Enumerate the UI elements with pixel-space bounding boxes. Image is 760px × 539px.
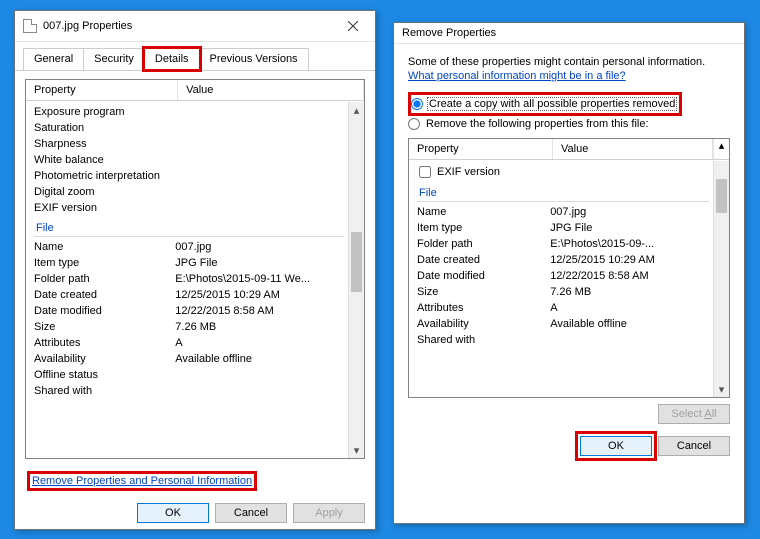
file-icon <box>23 19 37 33</box>
tab-strip: General Security Details Previous Versio… <box>15 42 375 71</box>
list-item[interactable]: Saturation <box>34 120 348 136</box>
scroll-down-icon[interactable]: ▾ <box>349 442 364 458</box>
ok-button[interactable]: OK <box>580 436 652 456</box>
titlebar: Remove Properties <box>394 23 744 44</box>
properties-dialog: 007.jpg Properties General Security Deta… <box>14 10 376 530</box>
list-item[interactable]: Sharpness <box>34 136 348 152</box>
list-item[interactable]: Offline status <box>34 367 348 383</box>
radio-create-copy-label: Create a copy with all possible properti… <box>427 97 677 111</box>
list-item[interactable]: Shared with <box>417 332 713 348</box>
exif-label: EXIF version <box>437 166 500 178</box>
exif-checkbox[interactable] <box>419 166 431 178</box>
list-item[interactable]: Shared with <box>34 383 348 399</box>
radio-remove-following[interactable]: Remove the following properties from thi… <box>408 116 730 132</box>
list-item[interactable]: EXIF version <box>417 163 713 181</box>
list-item[interactable]: Folder pathE:\Photos\2015-09-... <box>417 236 713 252</box>
list-item[interactable]: Digital zoom <box>34 184 348 200</box>
scrollbar[interactable]: ▾ <box>713 161 729 397</box>
tab-previous-versions[interactable]: Previous Versions <box>199 48 309 70</box>
apply-button: Apply <box>293 503 365 523</box>
titlebar: 007.jpg Properties <box>15 11 375 42</box>
scroll-up-icon[interactable]: ▴ <box>349 102 364 118</box>
close-icon <box>348 21 358 31</box>
select-all-button: Select All <box>658 404 730 424</box>
list-item[interactable]: AttributesA <box>417 300 713 316</box>
list-header: Property Value <box>26 80 364 101</box>
list-item[interactable]: Date created12/25/2015 10:29 AM <box>34 287 348 303</box>
ok-button[interactable]: OK <box>137 503 209 523</box>
scroll-down-icon[interactable]: ▾ <box>714 381 729 397</box>
list-item[interactable]: Item typeJPG File <box>417 220 713 236</box>
list-item[interactable]: AvailabilityAvailable offline <box>34 351 348 367</box>
list-body: Exposure program Saturation Sharpness Wh… <box>26 102 348 458</box>
window-title: 007.jpg Properties <box>43 20 132 32</box>
tab-details[interactable]: Details <box>144 48 200 70</box>
tab-security[interactable]: Security <box>83 48 145 70</box>
remove-link-row: Remove Properties and Personal Informati… <box>15 467 375 497</box>
remove-list: Property Value ▴ EXIF version File Name0… <box>408 138 730 398</box>
radio-remove-following-label: Remove the following properties from thi… <box>424 118 649 130</box>
col-property[interactable]: Property <box>26 80 178 100</box>
scrollbar[interactable]: ▴ ▾ <box>348 102 364 458</box>
section-file: File <box>34 218 344 237</box>
scroll-up-icon[interactable]: ▴ <box>713 139 729 159</box>
radio-create-copy-input[interactable] <box>411 98 423 110</box>
list-item[interactable]: Name007.jpg <box>34 239 348 255</box>
list-item[interactable]: Size7.26 MB <box>417 284 713 300</box>
remove-properties-dialog: Remove Properties Some of these properti… <box>393 22 745 524</box>
list-item[interactable]: Photometric interpretation <box>34 168 348 184</box>
list-body: EXIF version File Name007.jpg Item typeJ… <box>409 161 713 397</box>
radio-remove-following-input[interactable] <box>408 118 420 130</box>
scroll-thumb[interactable] <box>716 179 727 213</box>
scroll-thumb[interactable] <box>351 232 362 292</box>
list-item[interactable]: AvailabilityAvailable offline <box>417 316 713 332</box>
list-item[interactable]: Date modified12/22/2015 8:58 AM <box>34 303 348 319</box>
list-item[interactable]: Date modified12/22/2015 8:58 AM <box>417 268 713 284</box>
col-value[interactable]: Value <box>553 139 713 159</box>
window-title: Remove Properties <box>402 27 496 39</box>
list-item[interactable]: Folder pathE:\Photos\2015-09-11 We... <box>34 271 348 287</box>
list-item[interactable]: EXIF version <box>34 200 348 216</box>
remove-properties-link[interactable]: Remove Properties and Personal Informati… <box>32 475 252 487</box>
list-item[interactable]: Name007.jpg <box>417 204 713 220</box>
col-property[interactable]: Property <box>409 139 553 159</box>
dialog-buttons: OK Cancel Apply <box>15 497 375 531</box>
list-item[interactable]: Date created12/25/2015 10:29 AM <box>417 252 713 268</box>
cancel-button[interactable]: Cancel <box>215 503 287 523</box>
tab-general[interactable]: General <box>23 48 84 70</box>
list-item[interactable]: Item typeJPG File <box>34 255 348 271</box>
radio-create-copy[interactable]: Create a copy with all possible properti… <box>411 95 677 113</box>
section-file: File <box>417 183 709 202</box>
what-info-link[interactable]: What personal information might be in a … <box>408 70 626 82</box>
properties-list: Property Value Exposure program Saturati… <box>25 79 365 459</box>
cancel-button[interactable]: Cancel <box>658 436 730 456</box>
list-item[interactable]: AttributesA <box>34 335 348 351</box>
close-button[interactable] <box>337 15 369 37</box>
list-item[interactable]: Exposure program <box>34 104 348 120</box>
list-item[interactable]: White balance <box>34 152 348 168</box>
col-value[interactable]: Value <box>178 80 364 100</box>
hint-text: Some of these properties might contain p… <box>408 56 730 68</box>
list-header: Property Value ▴ <box>409 139 729 160</box>
list-item[interactable]: Size7.26 MB <box>34 319 348 335</box>
